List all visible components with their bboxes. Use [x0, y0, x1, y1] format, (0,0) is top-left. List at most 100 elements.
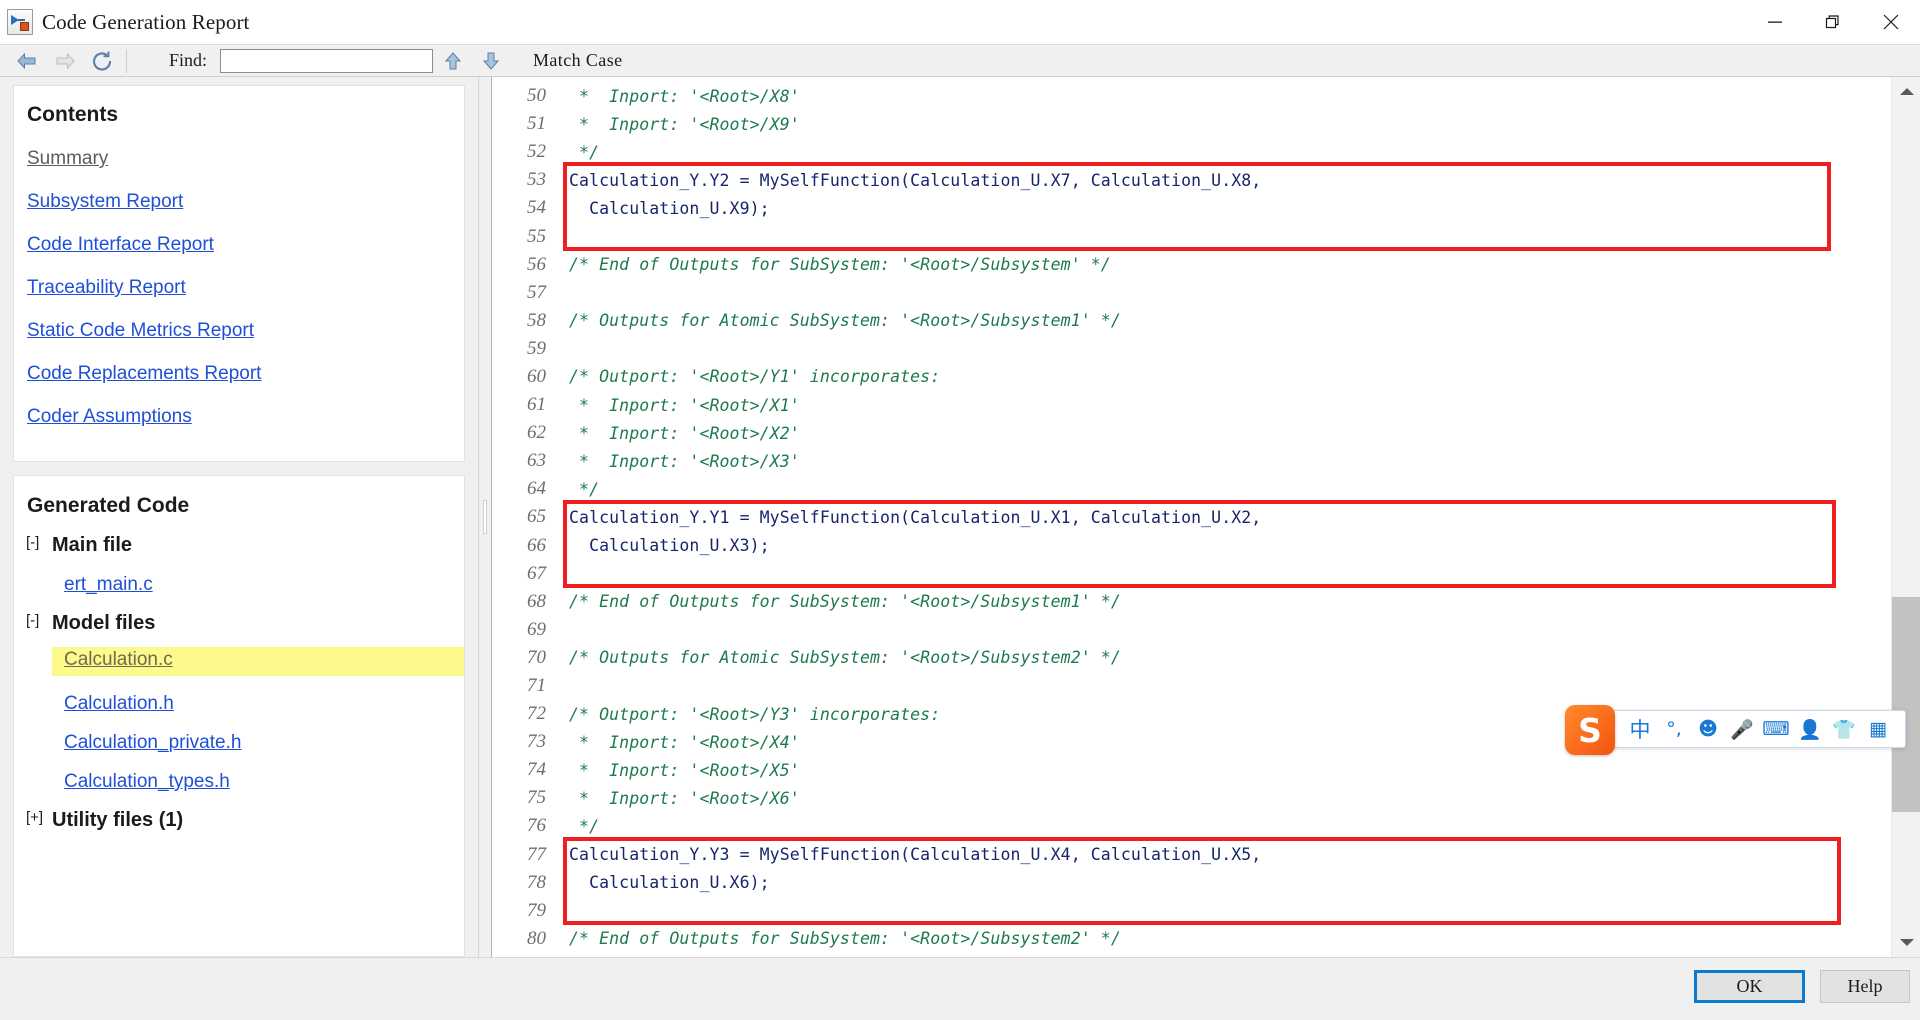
code-line: 62 * Inport: '<Root>/X2'	[493, 419, 1891, 447]
soft-keyboard-icon[interactable]: ⌨	[1759, 710, 1793, 748]
line-number: 60	[527, 365, 546, 387]
sidebar-item-coder-assumptions[interactable]: Coder Assumptions	[14, 406, 192, 428]
main-split: Contents Summary Subsystem Report Code I…	[0, 77, 1920, 957]
code-line: 75 * Inport: '<Root>/X6'	[493, 784, 1891, 812]
file-link-calculation-c[interactable]: Calculation.c	[64, 649, 173, 671]
code-line: 61 * Inport: '<Root>/X1'	[493, 391, 1891, 419]
scrollbar-thumb[interactable]	[1892, 597, 1920, 812]
match-case-label[interactable]: Match Case	[533, 50, 622, 71]
sidebar-item-subsystem-report[interactable]: Subsystem Report	[14, 191, 183, 213]
code-line: 51 * Inport: '<Root>/X9'	[493, 110, 1891, 138]
scroll-down-arrow-icon	[1899, 939, 1914, 946]
code-line: 77 Calculation_Y.Y3 = MySelfFunction(Calc…	[493, 841, 1891, 869]
close-button[interactable]	[1862, 0, 1920, 44]
file-link-calculation-types-h[interactable]: Calculation_types.h	[64, 771, 230, 793]
file-row-selected[interactable]: Calculation.c	[52, 647, 464, 676]
code-text: /* Outport: '<Root>/Y1' incorporates:	[569, 367, 941, 387]
code-line: 60 /* Outport: '<Root>/Y1' incorporates:	[493, 363, 1891, 391]
code-text: Calculation_Y.Y2 = MySelfFunction(Calcul…	[569, 170, 1262, 190]
tree-group-model-files[interactable]: [-] Model files	[14, 612, 464, 635]
generated-code-card: Generated Code [-] Main file ert_main.c …	[13, 475, 465, 957]
line-number: 62	[527, 422, 546, 444]
sidebar: Contents Summary Subsystem Report Code I…	[0, 77, 478, 957]
tree-group-label: Main file	[52, 534, 133, 556]
reload-button[interactable]	[84, 46, 122, 76]
line-number: 55	[527, 225, 546, 247]
find-next-button[interactable]	[473, 46, 509, 76]
line-number: 71	[527, 675, 546, 697]
ok-button[interactable]: OK	[1694, 970, 1805, 1003]
close-icon	[1883, 14, 1899, 30]
code-line: 71	[493, 672, 1891, 700]
search-input[interactable]	[220, 48, 434, 73]
code-line: 80 /* End of Outputs for SubSystem: '<Roo…	[493, 925, 1891, 953]
code-line: 57	[493, 279, 1891, 307]
punctuation-icon[interactable]: °,	[1657, 710, 1691, 748]
skin-theme-icon[interactable]: 👕	[1827, 710, 1861, 748]
code-line: 78 Calculation_U.X6);	[493, 869, 1891, 897]
file-link-ert-main-c[interactable]: ert_main.c	[64, 574, 153, 596]
sidebar-item-static-code-metrics-report[interactable]: Static Code Metrics Report	[14, 320, 254, 342]
tree-group-utility-files[interactable]: [+] Utility files (1)	[14, 809, 464, 832]
line-number: 65	[527, 506, 546, 528]
up-arrow-icon	[444, 51, 462, 69]
file-link-calculation-private-h[interactable]: Calculation_private.h	[64, 732, 241, 754]
code-scrollbar[interactable]	[1891, 77, 1920, 957]
emoji-icon[interactable]: ☻	[1691, 710, 1725, 748]
code-line: 65 Calculation_Y.Y1 = MySelfFunction(Calc…	[493, 503, 1891, 531]
line-number: 58	[527, 309, 546, 331]
collapse-toggle-icon[interactable]: [-]	[26, 534, 52, 551]
code-line: 56 /* End of Outputs for SubSystem: '<Roo…	[493, 251, 1891, 279]
model-block-icon	[7, 9, 33, 35]
line-number: 59	[527, 337, 546, 359]
navigation-buttons	[0, 46, 133, 76]
line-number: 77	[527, 843, 546, 865]
sidebar-item-code-interface-report[interactable]: Code Interface Report	[14, 234, 214, 256]
line-number: 73	[527, 731, 546, 753]
reload-icon	[92, 51, 112, 70]
scroll-up-arrow-icon	[1899, 88, 1914, 95]
code-line: 58 /* Outputs for Atomic SubSystem: '<Roo…	[493, 307, 1891, 335]
line-number: 74	[527, 759, 546, 781]
minimize-icon	[1768, 21, 1782, 23]
sidebar-item-summary[interactable]: Summary	[14, 148, 108, 170]
line-number: 51	[527, 113, 546, 135]
voice-input-icon[interactable]: 🎤	[1725, 710, 1759, 748]
code-text: * Inport: '<Root>/X1'	[569, 395, 800, 415]
minimize-button[interactable]	[1746, 0, 1804, 44]
code-line: 67	[493, 560, 1891, 588]
file-link-calculation-h[interactable]: Calculation.h	[64, 693, 174, 715]
find-previous-button[interactable]	[435, 46, 471, 76]
help-button[interactable]: Help	[1820, 970, 1910, 1003]
contents-card: Contents Summary Subsystem Report Code I…	[13, 85, 465, 462]
code-text: */	[569, 816, 600, 836]
code-text: /* End of Outputs for SubSystem: '<Root>…	[569, 255, 1111, 275]
maximize-button[interactable]	[1804, 0, 1862, 44]
splitter-grip[interactable]	[483, 500, 487, 534]
line-number: 72	[527, 703, 546, 725]
scroll-down-button[interactable]	[1892, 928, 1920, 957]
code-text: * Inport: '<Root>/X5'	[569, 760, 800, 780]
restore-icon	[1825, 15, 1839, 29]
expand-toggle-icon[interactable]: [+]	[26, 809, 52, 826]
scroll-up-button[interactable]	[1892, 77, 1920, 106]
sidebar-item-traceability-report[interactable]: Traceability Report	[14, 277, 186, 299]
toolbox-grid-icon[interactable]: ▦	[1861, 710, 1895, 748]
code-line: 70 /* Outputs for Atomic SubSystem: '<Roo…	[493, 644, 1891, 672]
sogou-logo-icon[interactable]: S	[1565, 705, 1615, 755]
sogou-ime-toolbar[interactable]: S 中 °, ☻ 🎤 ⌨ 👤 👕 ▦	[1565, 705, 1906, 755]
forward-button[interactable]	[46, 46, 84, 76]
line-number: 78	[527, 871, 546, 893]
chinese-mode-icon[interactable]: 中	[1623, 710, 1657, 748]
line-number: 76	[527, 815, 546, 837]
code-viewer: 50 * Inport: '<Root>/X8' 51 * Inport: '<R…	[493, 77, 1920, 957]
pane-splitter[interactable]	[478, 77, 492, 957]
user-account-icon[interactable]: 👤	[1793, 710, 1827, 748]
collapse-toggle-icon[interactable]: [-]	[26, 612, 52, 629]
sidebar-item-code-replacements-report[interactable]: Code Replacements Report	[14, 363, 261, 385]
back-button[interactable]	[8, 46, 46, 76]
tree-group-main-file[interactable]: [-] Main file	[14, 534, 464, 557]
down-arrow-icon	[482, 52, 500, 70]
code-line: 79	[493, 897, 1891, 925]
code-text: /* End of Outputs for SubSystem: '<Root>…	[569, 592, 1121, 612]
